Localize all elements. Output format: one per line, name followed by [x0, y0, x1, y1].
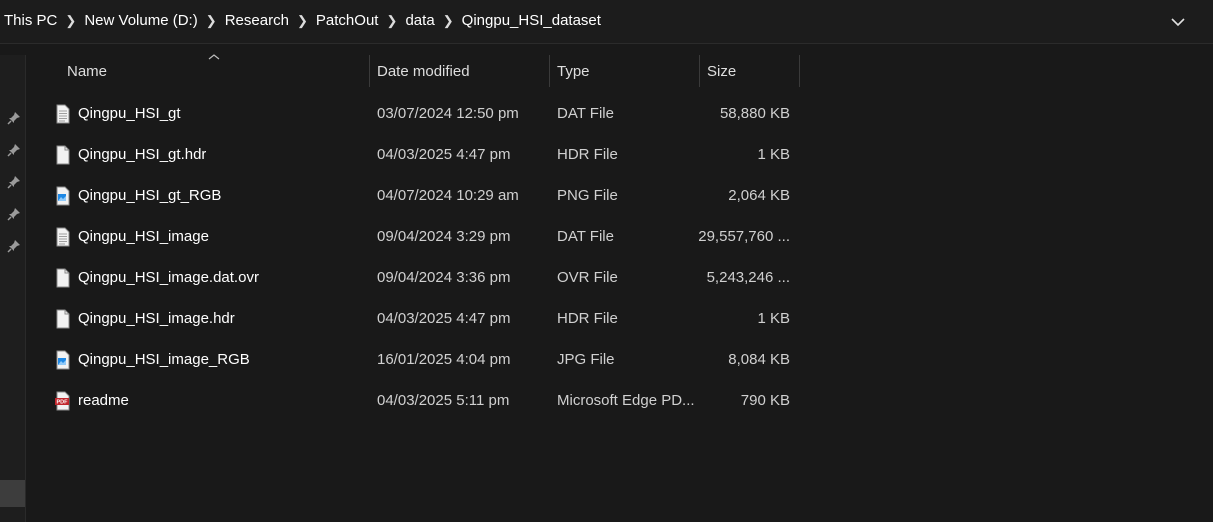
column-divider[interactable]: [799, 55, 800, 87]
file-size: 1 KB: [757, 146, 790, 163]
breadcrumb: This PC ❯ New Volume (D:) ❯ Research ❯ P…: [4, 12, 601, 29]
address-history-button[interactable]: [1162, 8, 1194, 36]
chevron-right-icon[interactable]: ❯: [435, 13, 462, 29]
column-header-size-label: Size: [707, 62, 737, 80]
file-size: 29,557,760 ...: [698, 228, 790, 245]
breadcrumb-research[interactable]: Research: [225, 12, 289, 29]
blank-file-icon: [56, 145, 70, 165]
file-date: 09/04/2024 3:29 pm: [377, 228, 511, 245]
file-row[interactable]: Qingpu_HSI_gt 03/07/2024 12:50 pm DAT Fi…: [26, 93, 801, 134]
file-name: Qingpu_HSI_gt: [78, 105, 181, 122]
chevron-down-icon: [1171, 18, 1185, 27]
file-type: JPG File: [557, 351, 615, 368]
file-type: PNG File: [557, 187, 618, 204]
pin-icon[interactable]: [6, 238, 22, 254]
text-document-icon: [56, 227, 70, 247]
image-file-icon: [56, 350, 70, 370]
file-name: Qingpu_HSI_image.dat.ovr: [78, 269, 259, 286]
pdf-file-icon: PDF: [55, 391, 70, 411]
file-list: Name Date modified Type Size Qingpu_HSI_…: [26, 54, 1213, 522]
column-header-type-label: Type: [557, 62, 590, 80]
file-size: 5,243,246 ...: [706, 269, 790, 286]
text-document-icon: [56, 104, 70, 124]
chevron-right-icon[interactable]: ❯: [289, 13, 316, 29]
chevron-right-icon[interactable]: ❯: [378, 13, 405, 29]
file-type: DAT File: [557, 105, 614, 122]
chevron-right-icon[interactable]: ❯: [198, 13, 225, 29]
column-header-row: Name Date modified Type Size: [26, 54, 801, 87]
file-row[interactable]: Qingpu_HSI_gt.hdr 04/03/2025 4:47 pm HDR…: [26, 134, 801, 175]
file-name: Qingpu_HSI_image.hdr: [78, 310, 235, 327]
file-date: 09/04/2024 3:36 pm: [377, 269, 511, 286]
file-row[interactable]: Qingpu_HSI_image.hdr 04/03/2025 4:47 pm …: [26, 298, 801, 339]
file-name: Qingpu_HSI_gt_RGB: [78, 187, 222, 204]
file-name: readme: [78, 392, 129, 409]
file-row[interactable]: PDF readme 04/03/2025 5:11 pm Microsoft …: [26, 380, 801, 421]
file-date: 16/01/2025 4:04 pm: [377, 351, 511, 368]
column-header-date[interactable]: Date modified: [370, 55, 549, 87]
file-size: 1 KB: [757, 310, 790, 327]
file-type: DAT File: [557, 228, 614, 245]
column-header-date-label: Date modified: [377, 62, 470, 80]
sort-ascending-icon: [208, 54, 220, 60]
pin-icon[interactable]: [6, 142, 22, 158]
file-name: Qingpu_HSI_image: [78, 228, 209, 245]
file-row[interactable]: Qingpu_HSI_gt_RGB 04/07/2024 10:29 am PN…: [26, 175, 801, 216]
pin-icon[interactable]: [6, 174, 22, 190]
file-date: 04/03/2025 5:11 pm: [377, 392, 510, 409]
column-header-name[interactable]: Name: [26, 54, 370, 87]
breadcrumb-qingpu-dataset[interactable]: Qingpu_HSI_dataset: [462, 12, 601, 29]
file-size: 2,064 KB: [728, 187, 790, 204]
image-file-icon: [56, 186, 70, 206]
file-type: HDR File: [557, 146, 618, 163]
column-header-name-label: Name: [67, 62, 108, 80]
chevron-right-icon[interactable]: ❯: [57, 13, 84, 29]
pin-icon[interactable]: [6, 110, 22, 126]
file-size: 58,880 KB: [719, 105, 790, 122]
file-name: Qingpu_HSI_image_RGB: [78, 351, 250, 368]
file-row[interactable]: Qingpu_HSI_image_RGB 16/01/2025 4:04 pm …: [26, 339, 801, 380]
scrollbar-thumb[interactable]: [0, 480, 25, 507]
file-row[interactable]: Qingpu_HSI_image.dat.ovr 09/04/2024 3:36…: [26, 257, 801, 298]
svg-text:PDF: PDF: [57, 400, 69, 406]
file-size: 790 KB: [740, 392, 790, 409]
file-size: 8,084 KB: [728, 351, 790, 368]
breadcrumb-new-volume[interactable]: New Volume (D:): [84, 12, 197, 29]
file-date: 03/07/2024 12:50 pm: [377, 105, 519, 122]
pin-icon[interactable]: [6, 206, 22, 222]
navigation-pane: [0, 55, 26, 522]
file-date: 04/03/2025 4:47 pm: [377, 310, 511, 327]
column-header-type[interactable]: Type: [550, 55, 699, 87]
address-bar[interactable]: This PC ❯ New Volume (D:) ❯ Research ❯ P…: [0, 0, 1213, 44]
blank-file-icon: [56, 268, 70, 288]
file-type: HDR File: [557, 310, 618, 327]
column-header-size[interactable]: Size: [700, 55, 800, 87]
file-date: 04/07/2024 10:29 am: [377, 187, 519, 204]
breadcrumb-data[interactable]: data: [405, 12, 434, 29]
file-type: OVR File: [557, 269, 618, 286]
file-row[interactable]: Qingpu_HSI_image 09/04/2024 3:29 pm DAT …: [26, 216, 801, 257]
blank-file-icon: [56, 309, 70, 329]
file-type: Microsoft Edge PD...: [557, 392, 695, 409]
breadcrumb-this-pc[interactable]: This PC: [4, 12, 57, 29]
file-date: 04/03/2025 4:47 pm: [377, 146, 511, 163]
breadcrumb-patchout[interactable]: PatchOut: [316, 12, 379, 29]
file-name: Qingpu_HSI_gt.hdr: [78, 146, 207, 163]
